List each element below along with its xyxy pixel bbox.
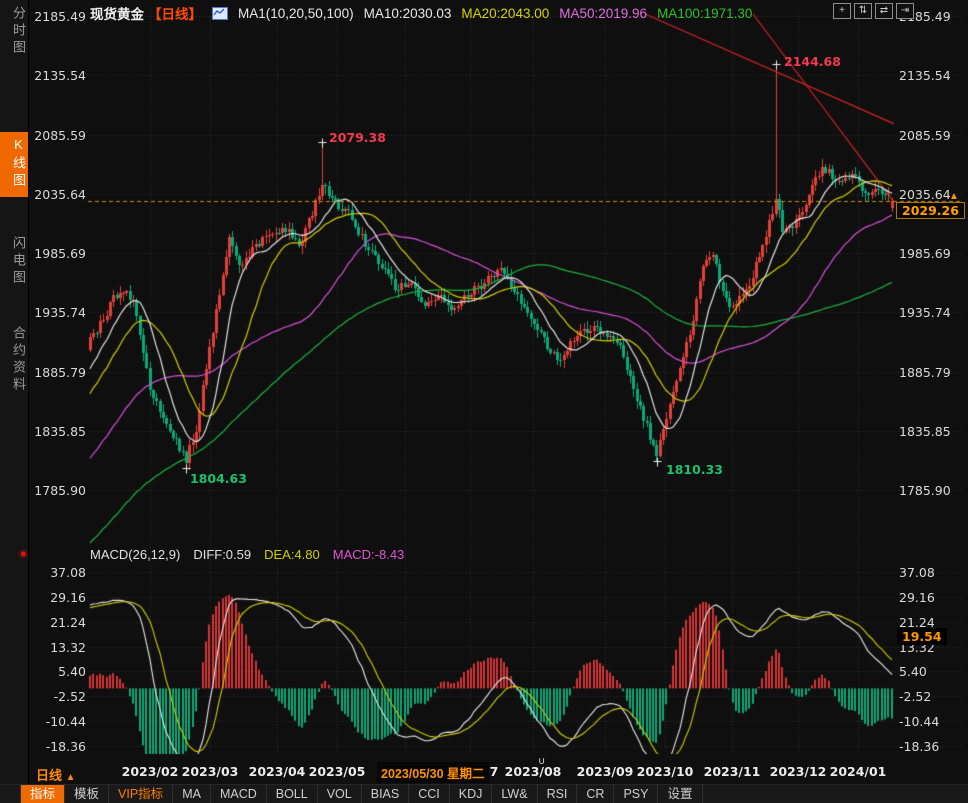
y-axis-label: 29.16 [30,590,86,605]
tab-settings[interactable]: 设置 [658,785,702,803]
trading-app: 分时图 K线图闪电图合约资料 ● 现货黄金 【日线】 MA1(10,20,50,1… [0,0,968,803]
y-axis-label: 1835.85 [30,424,86,439]
price-annotation: 1810.33 [666,462,723,477]
tab-vip-indicators[interactable]: VIP指标 [109,785,173,803]
tab-rsi[interactable]: RSI [538,785,578,803]
tab-lwr[interactable]: LW& [492,785,537,803]
y-axis-label: 21.24 [30,615,86,630]
sidebar-tab-timeshare[interactable]: 分时图 [0,6,28,57]
alarm-icon[interactable]: ● [20,548,27,560]
current-date-label: 2023/05/30 星期二 [377,762,489,783]
x-axis-label: 2023/04 [249,764,306,779]
y-axis-label: 2035.64 [30,187,86,202]
y-axis-label: 29.16 [899,590,963,605]
macd-macd-value: MACD:-8.43 [333,547,405,562]
ma-settings-label: MA1(10,20,50,100) [238,6,354,21]
tab-ma[interactable]: MA [173,785,211,803]
y-axis-label: 1935.74 [30,305,86,320]
tab-macd[interactable]: MACD [211,785,267,803]
y-axis-label: -10.44 [899,714,963,729]
y-axis-label: 37.08 [899,565,963,580]
y-axis-label: 2085.59 [30,128,86,143]
y-axis-label: -2.52 [30,689,86,704]
y-axis-label: -2.52 [899,689,963,704]
x-axis-label: 2023/05 [309,764,366,779]
y-axis-label: 13.32 [30,640,86,655]
collapse-right-icon[interactable]: ⇥ [896,3,914,19]
price-annotation: 2144.68 [784,54,841,69]
price-annotation: 1804.63 [190,471,247,486]
macd-diff-value: DIFF:0.59 [193,547,251,562]
indicator-toolbar: 指标模板VIP指标MAMACDBOLLVOLBIASCCIKDJLW&RSICR… [0,784,968,803]
period-tag: 【日线】 [148,3,202,23]
y-axis-label: -10.44 [30,714,86,729]
sidebar-tab-kline[interactable]: K线图 [0,132,28,197]
y-axis-label: 1785.90 [30,483,86,498]
tab-cci[interactable]: CCI [409,785,450,803]
macd-value-tag: 19.54 [897,628,947,645]
y-axis-label: 1935.74 [899,305,963,320]
ma50-value: MA50:2019.96 [559,6,647,21]
zoom-y-axis-icon[interactable]: ⇅ [854,3,872,19]
macd-params: MACD(26,12,9) [90,547,180,562]
macd-dea-value: DEA:4.80 [264,547,320,562]
x-axis-label: 2023/10 [637,764,694,779]
tab-cr[interactable]: CR [577,785,614,803]
crosshair-icon[interactable]: + [833,3,851,19]
symbol-title: 现货黄金 [90,3,144,23]
chart-canvas[interactable] [0,0,968,803]
x-axis-label: 2024/01 [830,764,887,779]
period-selector[interactable]: 日线 ▲ [36,765,76,784]
y-axis-label: 37.08 [30,565,86,580]
period-label: 日线 [36,768,62,783]
y-axis-label: 2085.59 [899,128,963,143]
tab-bias[interactable]: BIAS [362,785,410,803]
x-axis-label: 2023/12 [770,764,827,779]
x-axis-label: 2023/02 [122,764,179,779]
macd-header: MACD(26,12,9) DIFF:0.59 DEA:4.80 MACD:-8… [90,547,404,562]
chart-tool-buttons: +⇅⇄⇥ [833,3,914,19]
ma20-value: MA20:2043.00 [461,6,549,21]
price-annotation: 2079.38 [329,130,386,145]
x-axis-label: 2023/09 [577,764,634,779]
y-axis-label: 1985.69 [899,246,963,261]
tab-boll[interactable]: BOLL [267,785,318,803]
current-price-tag: 2029.26 [896,202,965,219]
tab-kdj[interactable]: KDJ [450,785,493,803]
y-axis-label: 1835.85 [899,424,963,439]
y-axis-label: 2135.54 [899,68,963,83]
period-up-arrow-icon: ▲ [66,772,76,783]
zoom-x-axis-icon[interactable]: ⇄ [875,3,893,19]
y-axis-label: 1985.69 [30,246,86,261]
x-axis-label: 2023/11 [704,764,761,779]
y-axis-label: -18.36 [899,739,963,754]
y-axis-label: 1785.90 [899,483,963,498]
ma10-value: MA10:2030.03 [364,6,452,21]
sidebar-tab-contract-info[interactable]: 合约资料 [0,326,28,394]
y-axis-label: 2135.54 [30,68,86,83]
y-axis-label: 5.40 [899,664,963,679]
tab-psy[interactable]: PSY [614,785,658,803]
tab-templates[interactable]: 模板 [65,785,109,803]
x-axis-label: 2023/03 [182,764,239,779]
price-up-arrow-icon: ▲ [949,191,959,202]
y-axis-label: 5.40 [30,664,86,679]
axis-cursor-icon: ∪ [538,756,545,767]
x-axis-label: 2023/08 [505,764,562,779]
ma100-value: MA100:1971.30 [657,6,752,21]
line-chart-icon [212,7,228,20]
sidebar-tab-flash[interactable]: 闪电图 [0,236,28,287]
tab-indicators[interactable]: 指标 [20,785,65,803]
y-axis-label: 1885.79 [30,365,86,380]
chart-header: 现货黄金 【日线】 MA1(10,20,50,100) MA10:2030.03… [90,3,752,23]
y-axis-label: 1885.79 [899,365,963,380]
y-axis-label: 2185.49 [30,9,86,24]
tab-vol[interactable]: VOL [318,785,362,803]
left-sidebar: 分时图 K线图闪电图合约资料 [0,0,29,803]
y-axis-label: -18.36 [30,739,86,754]
